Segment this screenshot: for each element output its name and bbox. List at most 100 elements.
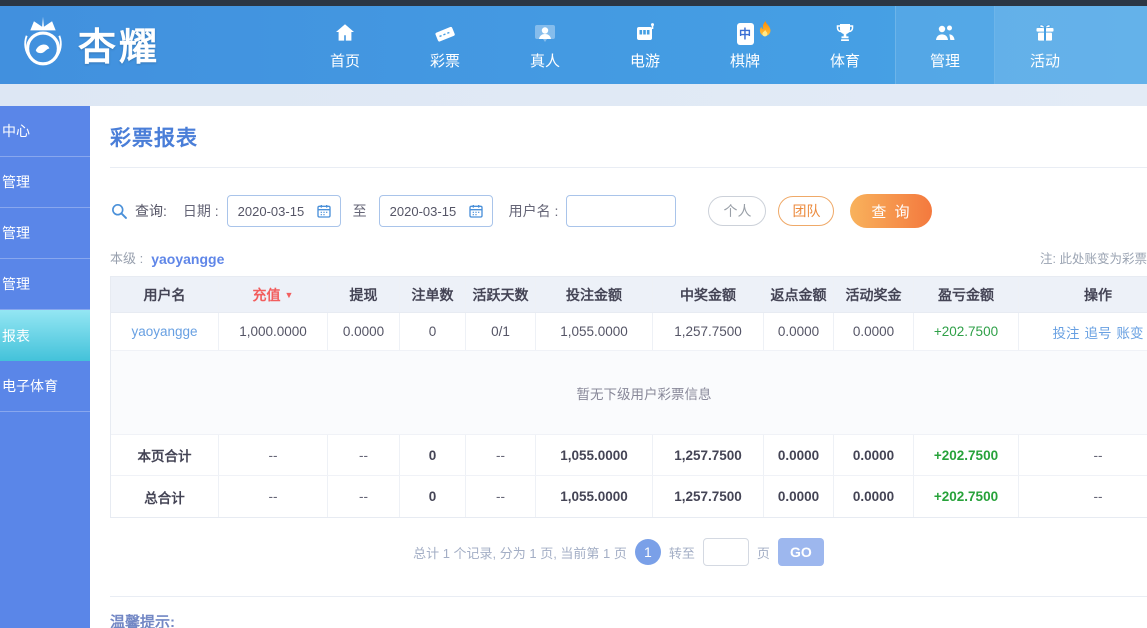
trophy-icon — [833, 19, 857, 45]
sidebar-item-management-3[interactable]: 管理 — [0, 259, 90, 310]
go-button[interactable]: GO — [777, 538, 824, 566]
sidebar-item-report[interactable]: 报表 — [0, 310, 90, 361]
row-username-link[interactable]: yaoyangge — [131, 324, 197, 339]
fire-icon — [757, 20, 773, 40]
empty-message-row: 暂无下级用户彩票信息 — [111, 351, 1147, 435]
main-nav: 首页 彩票 真人 电游 中 棋牌 体育 管理 活动 — [295, 6, 1147, 84]
username-label: 用户名 : — [508, 203, 559, 219]
date-to-input[interactable] — [387, 202, 460, 220]
level-label: 本级 : — [110, 251, 144, 266]
sidebar-item-management-1[interactable]: 管理 — [0, 157, 90, 208]
header-win-amount: 中奖金额 — [653, 277, 764, 312]
date-label: 日期 : — [182, 203, 219, 219]
tips-label: 温馨提示: — [110, 614, 175, 628]
search-button[interactable]: 查 询 — [850, 194, 933, 228]
header-rebate: 返点金额 — [764, 277, 834, 312]
level-row: 本级 : yaoyangge 注: 此处账变为彩票 — [110, 248, 1147, 267]
brand-logo[interactable]: 杏耀 — [14, 12, 160, 74]
nav-label: 电游 — [629, 53, 660, 70]
to-label: 至 — [352, 203, 367, 219]
search-toolbar: 查询: 日期 : 至 用户名 : 个人 团 — [110, 194, 1147, 228]
gift-icon — [1033, 19, 1057, 45]
footer-divider — [110, 596, 1147, 597]
action-account-change-link[interactable]: 账变 — [1117, 322, 1144, 342]
sidebar-item-esports[interactable]: 电子体育 — [0, 361, 90, 412]
row-activity-bonus: 0.0000 — [834, 313, 914, 350]
header-bets: 注单数 — [400, 277, 466, 312]
goto-page-input[interactable] — [702, 538, 749, 566]
nav-label: 真人 — [529, 53, 560, 70]
mahjong-tile-icon: 中 — [736, 19, 754, 45]
nav-label: 管理 — [929, 53, 960, 70]
nav-item-boardgames[interactable]: 中 棋牌 — [695, 6, 795, 84]
nav-label: 彩票 — [429, 53, 460, 70]
header-withdraw: 提现 — [328, 277, 400, 312]
nav-label: 棋牌 — [729, 53, 760, 70]
live-person-icon — [533, 19, 557, 45]
nav-item-egames[interactable]: 电游 — [595, 6, 695, 84]
search-icon — [110, 202, 128, 220]
header-recharge[interactable]: 充值 ▼ — [219, 277, 328, 312]
page-unit-label: 页 — [756, 545, 770, 561]
nav-item-lottery[interactable]: 彩票 — [395, 6, 495, 84]
row-rebate: 0.0000 — [764, 313, 834, 350]
slot-machine-icon — [633, 19, 657, 45]
title-divider — [110, 167, 1147, 168]
header-profit: 盈亏金额 — [914, 277, 1019, 312]
pagination-summary: 总计 1 个记录, 分为 1 页, 当前第 1 页 — [413, 545, 627, 561]
sidebar-item-management-2[interactable]: 管理 — [0, 208, 90, 259]
team-button[interactable]: 团队 — [778, 196, 835, 226]
sort-desc-icon[interactable]: ▼ — [285, 290, 294, 300]
table-row: yaoyangge 1,000.0000 0.0000 0 0/1 1,055.… — [111, 313, 1147, 351]
page-number-button[interactable]: 1 — [634, 539, 661, 565]
crown-emblem-icon — [14, 12, 72, 74]
pagination: 总计 1 个记录, 分为 1 页, 当前第 1 页 1 转至 页 GO — [110, 538, 1127, 566]
calendar-icon[interactable] — [468, 203, 484, 219]
query-label: 查询: — [135, 203, 167, 219]
header-active-days: 活跃天数 — [466, 277, 536, 312]
total-label: 总合计 — [111, 476, 219, 517]
ticket-icon — [432, 19, 458, 45]
row-bet-amount: 1,055.0000 — [536, 313, 653, 350]
page-total-row: 本页合计 -- -- 0 -- 1,055.0000 1,257.7500 0.… — [111, 435, 1147, 476]
date-from-field[interactable] — [226, 195, 341, 227]
nav-item-management[interactable]: 管理 — [895, 6, 995, 84]
header-activity-bonus: 活动奖金 — [834, 277, 914, 312]
nav-item-sports[interactable]: 体育 — [795, 6, 895, 84]
date-to-field[interactable] — [378, 195, 493, 227]
top-navbar: 杏耀 首页 彩票 真人 电游 中 棋牌 体育 管理 活动 — [0, 6, 1147, 84]
sidebar-item-center[interactable]: 中心 — [0, 106, 90, 157]
header-username: 用户名 — [111, 277, 219, 312]
action-bets-link[interactable]: 投注 — [1053, 322, 1080, 342]
header-actions: 操作 — [1084, 286, 1112, 303]
home-icon — [333, 19, 357, 45]
nav-item-home[interactable]: 首页 — [295, 6, 395, 84]
action-chase-link[interactable]: 追号 — [1085, 322, 1112, 342]
nav-item-activities[interactable]: 活动 — [995, 6, 1147, 84]
personal-button[interactable]: 个人 — [708, 196, 767, 226]
nav-item-live[interactable]: 真人 — [495, 6, 595, 84]
date-from-input[interactable] — [235, 202, 308, 220]
calendar-icon[interactable] — [316, 203, 332, 219]
sidebar: 中心 管理 管理 管理 报表 电子体育 — [0, 106, 90, 628]
nav-label: 活动 — [1029, 53, 1060, 70]
grand-total-row: 总合计 -- -- 0 -- 1,055.0000 1,257.7500 0.0… — [111, 476, 1147, 517]
level-username[interactable]: yaoyangge — [151, 251, 224, 267]
account-change-note: 注: 此处账变为彩票 — [1040, 252, 1147, 266]
row-profit: +202.7500 — [933, 324, 999, 339]
goto-label: 转至 — [668, 545, 695, 561]
table-header-row: 用户名 充值 ▼ 提现 注单数 活跃天数 投注金额 中奖金额 返点金额 活动奖金… — [111, 277, 1147, 313]
page-title: 彩票报表 — [110, 127, 198, 150]
username-input[interactable] — [575, 202, 668, 220]
navbar-gap-band — [0, 84, 1147, 106]
row-recharge: 1,000.0000 — [219, 313, 328, 350]
people-icon — [932, 19, 958, 45]
row-withdraw: 0.0000 — [328, 313, 400, 350]
row-win-amount: 1,257.7500 — [653, 313, 764, 350]
brand-name: 杏耀 — [78, 26, 161, 69]
username-field[interactable] — [566, 195, 677, 227]
row-bets: 0 — [400, 313, 466, 350]
total-label: 本页合计 — [111, 435, 219, 475]
nav-label: 体育 — [829, 53, 860, 70]
main-content: 彩票报表 查询: 日期 : 至 — [90, 106, 1147, 628]
